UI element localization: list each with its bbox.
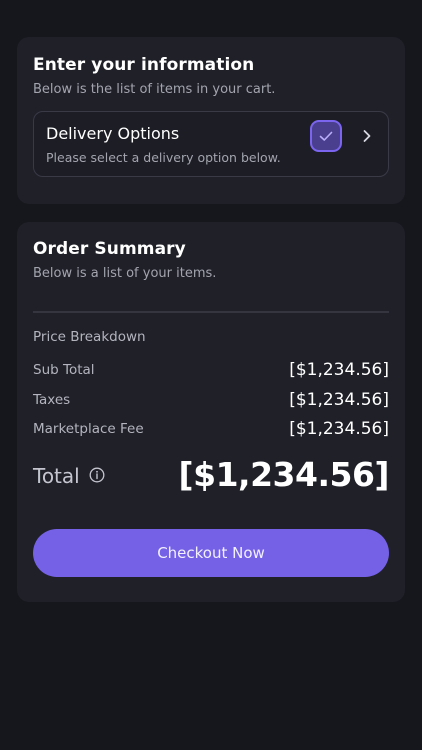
total-row: Total [$1,234.56] [33,455,390,499]
divider [33,311,389,313]
info-card-title: Enter your information [33,55,255,75]
total-label: Total [33,464,80,488]
delivery-options-title: Delivery Options [46,124,180,143]
marketplace-fee-value: [$1,234.56] [289,419,389,439]
subtotal-row: Sub Total [$1,234.56] [33,360,389,382]
check-icon [319,131,333,141]
order-summary-subtitle: Below is a list of your items. [33,266,217,281]
info-icon[interactable] [89,467,105,483]
taxes-row: Taxes [$1,234.56] [33,390,389,412]
info-card-subtitle: Below is the list of items in your cart. [33,82,276,97]
order-summary-card: Order Summary Below is a list of your it… [17,222,405,602]
total-value: [$1,234.56] [178,455,390,494]
delivery-checkbox[interactable] [310,120,342,152]
taxes-label: Taxes [33,392,71,408]
marketplace-fee-row: Marketplace Fee [$1,234.56] [33,419,389,441]
chevron-right-icon[interactable] [358,126,376,146]
delivery-options-item[interactable]: Delivery Options Please select a deliver… [33,111,389,177]
subtotal-value: [$1,234.56] [289,360,389,380]
subtotal-label: Sub Total [33,362,95,378]
taxes-value: [$1,234.56] [289,390,389,410]
order-summary-title: Order Summary [33,239,186,259]
delivery-options-subtitle: Please select a delivery option below. [46,150,281,165]
info-card: Enter your information Below is the list… [17,37,405,204]
marketplace-fee-label: Marketplace Fee [33,421,144,437]
price-breakdown-label: Price Breakdown [33,329,146,345]
checkout-button[interactable]: Checkout Now [33,529,389,577]
